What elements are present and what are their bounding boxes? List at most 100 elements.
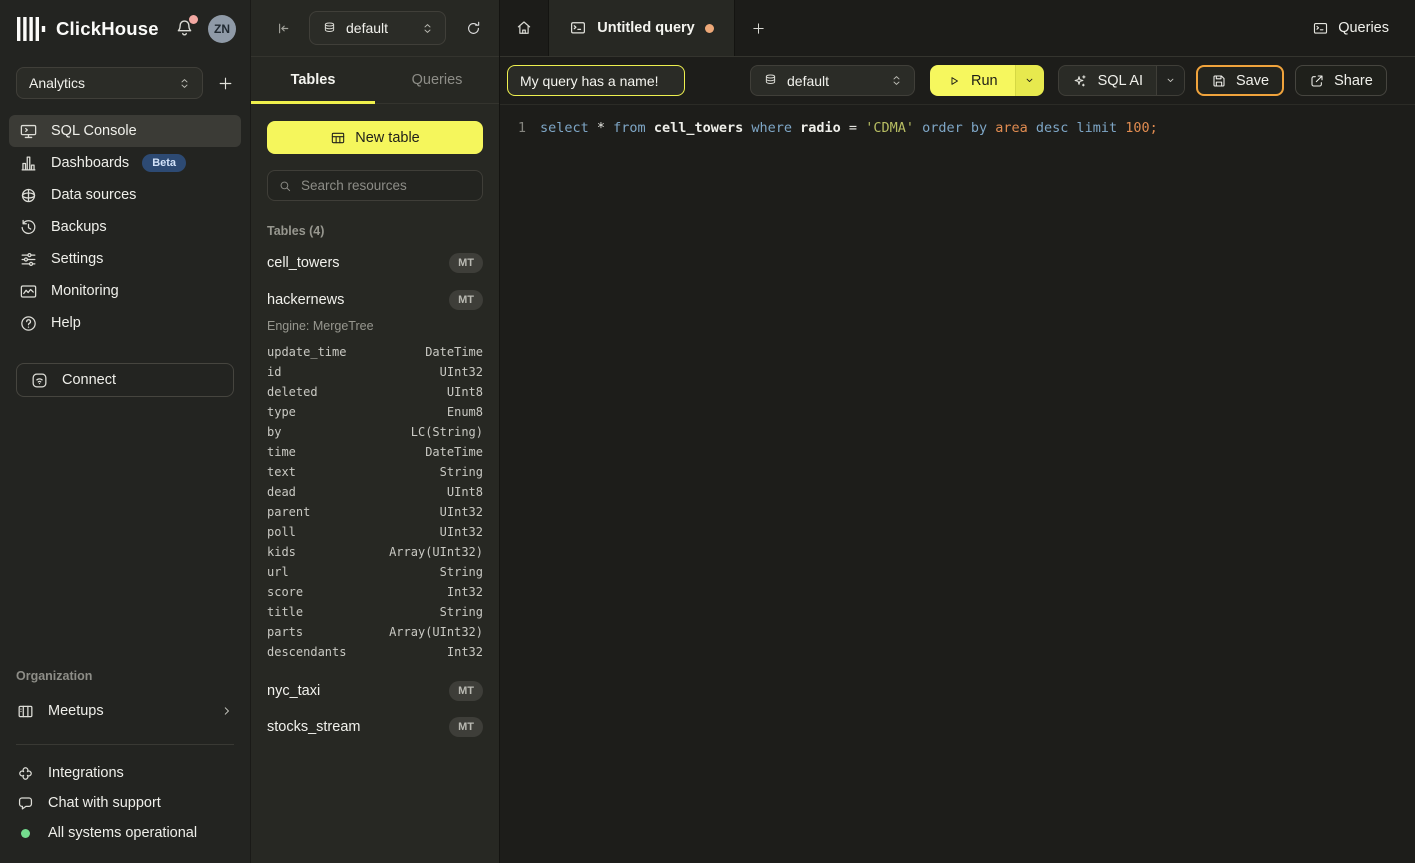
- avatar[interactable]: ZN: [208, 15, 236, 43]
- terminal-icon: [569, 19, 587, 37]
- sidebar-item-settings[interactable]: Settings: [9, 243, 241, 275]
- column-row: partsArray(UInt32): [267, 622, 483, 642]
- code-line[interactable]: 1select * from cell_towers where radio =…: [500, 118, 1415, 139]
- connect-icon: [30, 371, 49, 390]
- data-sources-icon: [19, 186, 38, 205]
- toolbar-database-select[interactable]: default: [750, 65, 915, 96]
- run-label: Run: [971, 73, 998, 89]
- integrations-label: Integrations: [48, 765, 124, 781]
- share-button[interactable]: Share: [1295, 65, 1387, 96]
- sidebar-item-data-sources[interactable]: Data sources: [9, 179, 241, 211]
- meetups-label: Meetups: [48, 703, 104, 719]
- query-name-input[interactable]: [507, 65, 685, 96]
- search-box: [267, 170, 483, 201]
- sql-ai-options-button[interactable]: [1156, 66, 1184, 95]
- sql-editor[interactable]: 1select * from cell_towers where radio =…: [500, 105, 1415, 863]
- terminal-icon: [1312, 20, 1329, 37]
- table-row-hackernews[interactable]: hackernews MT: [267, 288, 483, 312]
- sidebar-footer: Integrations Chat with support All syste…: [0, 745, 250, 863]
- tab-title: Untitled query: [597, 20, 694, 36]
- database-icon: [322, 21, 337, 36]
- code-token: 100;: [1125, 118, 1158, 139]
- share-icon: [1309, 73, 1325, 89]
- main-area: Untitled query Queries default Run: [500, 0, 1415, 863]
- home-tab[interactable]: [500, 0, 548, 56]
- table-name: hackernews: [267, 292, 344, 308]
- table-row-cell-towers[interactable]: cell_towers MT: [267, 251, 483, 275]
- column-row: update_timeDateTime: [267, 342, 483, 362]
- queries-button[interactable]: Queries: [1312, 0, 1389, 56]
- new-table-button[interactable]: New table: [267, 121, 483, 154]
- column-row: parentUInt32: [267, 502, 483, 522]
- workspace-select[interactable]: Analytics: [16, 67, 203, 99]
- explorer-panel: default Tables Queries New table Tables …: [250, 0, 500, 863]
- unsaved-dot: [705, 24, 714, 33]
- column-row: scoreInt32: [267, 582, 483, 602]
- database-select[interactable]: default: [309, 11, 446, 45]
- table-row-stocks-stream[interactable]: stocks_stream MT: [267, 715, 483, 739]
- chevron-right-icon: [220, 704, 234, 718]
- connect-button[interactable]: Connect: [16, 363, 234, 397]
- table-grid-icon: [330, 130, 346, 146]
- sidebar-nav: SQL Console Dashboards Beta Data sources…: [0, 105, 250, 339]
- collapse-panel-icon[interactable]: [275, 20, 292, 37]
- search-icon: [278, 179, 292, 193]
- building-icon: [16, 702, 35, 721]
- column-row: titleString: [267, 602, 483, 622]
- home-icon: [515, 19, 533, 37]
- tab-tables[interactable]: Tables: [251, 57, 375, 103]
- save-label: Save: [1236, 73, 1269, 89]
- sidebar-item-label: Monitoring: [51, 283, 119, 299]
- tab-untitled-query[interactable]: Untitled query: [548, 0, 735, 56]
- column-row: typeEnum8: [267, 402, 483, 422]
- sidebar-item-chat-support[interactable]: Chat with support: [16, 788, 234, 818]
- notifications-bell-icon[interactable]: [174, 18, 195, 39]
- table-name: nyc_taxi: [267, 683, 320, 699]
- table-row-nyc-taxi[interactable]: nyc_taxi MT: [267, 679, 483, 703]
- save-button[interactable]: Save: [1196, 65, 1284, 96]
- refresh-icon[interactable]: [465, 20, 482, 37]
- run-button[interactable]: Run: [930, 65, 1015, 96]
- column-row: byLC(String): [267, 422, 483, 442]
- code-token: radio: [800, 118, 849, 139]
- chevron-updown-icon: [420, 21, 435, 36]
- engine-badge: MT: [449, 681, 483, 701]
- integrations-icon: [16, 764, 35, 783]
- queries-label: Queries: [1338, 20, 1389, 36]
- code-token: order by: [922, 118, 995, 139]
- tab-queries[interactable]: Queries: [375, 57, 499, 103]
- clickhouse-logo-icon[interactable]: [16, 16, 46, 42]
- code-token: =: [849, 118, 865, 139]
- status-label: All systems operational: [48, 825, 197, 841]
- column-row: timeDateTime: [267, 442, 483, 462]
- column-row: pollUInt32: [267, 522, 483, 542]
- notification-dot: [189, 15, 198, 24]
- add-workspace-button[interactable]: [217, 75, 234, 92]
- sidebar-item-label: Data sources: [51, 187, 136, 203]
- tables-section-label: Tables (4): [267, 224, 483, 238]
- chevron-down-icon: [1023, 74, 1036, 87]
- sidebar-item-backups[interactable]: Backups: [9, 211, 241, 243]
- code-token: from: [613, 118, 654, 139]
- sidebar-item-meetups[interactable]: Meetups: [16, 696, 234, 726]
- run-options-button[interactable]: [1015, 65, 1044, 96]
- code-token: *: [597, 118, 613, 139]
- sidebar-item-integrations[interactable]: Integrations: [16, 758, 234, 788]
- search-input[interactable]: [301, 178, 472, 193]
- sidebar-item-monitoring[interactable]: Monitoring: [9, 275, 241, 307]
- column-row: kidsArray(UInt32): [267, 542, 483, 562]
- play-icon: [947, 74, 961, 88]
- sidebar-item-label: SQL Console: [51, 123, 137, 139]
- table-name: cell_towers: [267, 255, 340, 271]
- sidebar-item-help[interactable]: Help: [9, 307, 241, 339]
- column-row: urlString: [267, 562, 483, 582]
- column-row: idUInt32: [267, 362, 483, 382]
- sidebar-item-dashboards[interactable]: Dashboards Beta: [9, 147, 241, 179]
- explorer-body: New table Tables (4) cell_towers MT hack…: [251, 104, 499, 863]
- sql-ai-button[interactable]: SQL AI: [1059, 66, 1156, 95]
- chevron-down-icon: [1164, 74, 1177, 87]
- system-status[interactable]: All systems operational: [16, 818, 234, 848]
- sidebar-item-sql-console[interactable]: SQL Console: [9, 115, 241, 147]
- connect-label: Connect: [62, 372, 116, 388]
- new-tab-button[interactable]: [735, 0, 782, 56]
